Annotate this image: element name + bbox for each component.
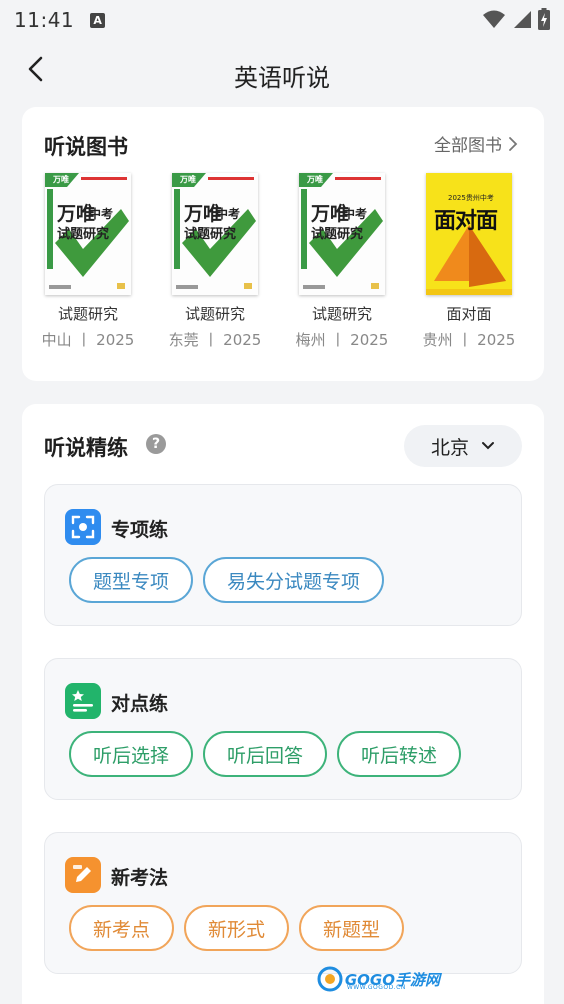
header: 英语听说 [0, 44, 564, 100]
watermark: GOGO手游网 WWW.GOGOD.CN [317, 966, 440, 992]
chip-list: 新考点 新形式 新题型 [69, 905, 405, 951]
cover-line2: 试题研究 [57, 227, 110, 242]
book-item[interactable]: 2025贵州中考 面对面 面对面 贵州 丨 2025 [419, 173, 519, 350]
wifi-icon [483, 10, 505, 28]
chevron-down-icon [482, 442, 494, 450]
city-select[interactable]: 北京 [404, 425, 522, 467]
cover-line2: 试题研究 [311, 227, 364, 242]
all-books-label: 全部图书 [434, 136, 502, 156]
book-cover: 万唯 中考 万唯 试题研究 [172, 173, 258, 295]
book-cover: 万唯 中考 万唯 试题研究 [45, 173, 131, 295]
books-card: 听说图书 全部图书 万唯 中考 万唯 试题研究 试题研究 中山 丨 2025 万… [22, 107, 544, 381]
chip-list: 题型专项 易失分试题专项 [69, 557, 385, 603]
all-books-link[interactable]: 全部图书 [434, 131, 518, 156]
cover-brand-big: 万唯 [57, 203, 96, 225]
section-point-practice: 对点练 听后选择 听后回答 听后转述 [44, 658, 522, 800]
section-new-methods: 新考法 新考点 新形式 新题型 [44, 832, 522, 974]
page-title: 英语听说 [234, 64, 330, 92]
cover-brand-big: 万唯 [311, 203, 350, 225]
chip[interactable]: 易失分试题专项 [203, 557, 385, 603]
practice-card: 听说精练 ? 北京 专项练 题型专项 易失分试题专项 对点练 听后选择 听后回答… [22, 404, 544, 1004]
star-list-icon [65, 683, 101, 719]
book-meta: 贵州 丨 2025 [422, 331, 516, 349]
cover-brand: 万唯 [307, 175, 323, 184]
chip[interactable]: 新考点 [69, 905, 175, 951]
book-cover: 2025贵州中考 面对面 [426, 173, 512, 295]
signal-icon [514, 11, 531, 28]
book-name: 试题研究 [184, 305, 245, 323]
cover-brand: 万唯 [180, 175, 196, 184]
watermark-logo-icon [317, 966, 343, 992]
chip[interactable]: 题型专项 [69, 557, 194, 603]
chip[interactable]: 听后回答 [203, 731, 328, 777]
practice-card-title: 听说精练 [44, 436, 128, 460]
chevron-right-icon [509, 136, 518, 151]
status-bar: 11:41 A [0, 0, 564, 40]
notification-icon: A [90, 12, 106, 28]
book-cover: 万唯 中考 万唯 试题研究 [299, 173, 385, 295]
section-title: 专项练 [111, 519, 169, 541]
books-card-title: 听说图书 [44, 135, 128, 159]
chip[interactable]: 新形式 [184, 905, 290, 951]
chip-list: 听后选择 听后回答 听后转述 [69, 731, 462, 777]
help-icon[interactable]: ? [146, 434, 166, 454]
cover-brand: 万唯 [53, 175, 69, 184]
book-meta: 梅州 丨 2025 [295, 331, 389, 349]
book-item[interactable]: 万唯 中考 万唯 试题研究 试题研究 东莞 丨 2025 [165, 173, 265, 350]
cover-brand-big: 万唯 [184, 203, 223, 225]
battery-icon [538, 8, 550, 30]
pencil-icon [65, 857, 101, 893]
book-item[interactable]: 万唯 中考 万唯 试题研究 试题研究 中山 丨 2025 [38, 173, 138, 350]
section-title: 对点练 [111, 693, 169, 715]
chip[interactable]: 新题型 [299, 905, 405, 951]
chip[interactable]: 听后选择 [69, 731, 194, 777]
city-value: 北京 [430, 436, 469, 459]
book-name: 面对面 [446, 305, 492, 323]
cover-title: 面对面 [434, 209, 498, 234]
scan-icon [65, 509, 101, 545]
book-meta: 东莞 丨 2025 [168, 331, 262, 349]
cover-line2: 试题研究 [184, 227, 237, 242]
book-item[interactable]: 万唯 中考 万唯 试题研究 试题研究 梅州 丨 2025 [292, 173, 392, 350]
section-title: 新考法 [111, 867, 169, 889]
book-meta: 中山 丨 2025 [41, 331, 135, 349]
status-icons [482, 8, 550, 30]
book-name: 试题研究 [57, 305, 118, 323]
watermark-sub: WWW.GOGOD.CN [346, 984, 406, 991]
chip[interactable]: 听后转述 [337, 731, 462, 777]
cover-top: 2025贵州中考 [448, 194, 494, 202]
section-special-practice: 专项练 题型专项 易失分试题专项 [44, 484, 522, 626]
book-name: 试题研究 [311, 305, 372, 323]
status-time: 11:41 [14, 8, 75, 32]
